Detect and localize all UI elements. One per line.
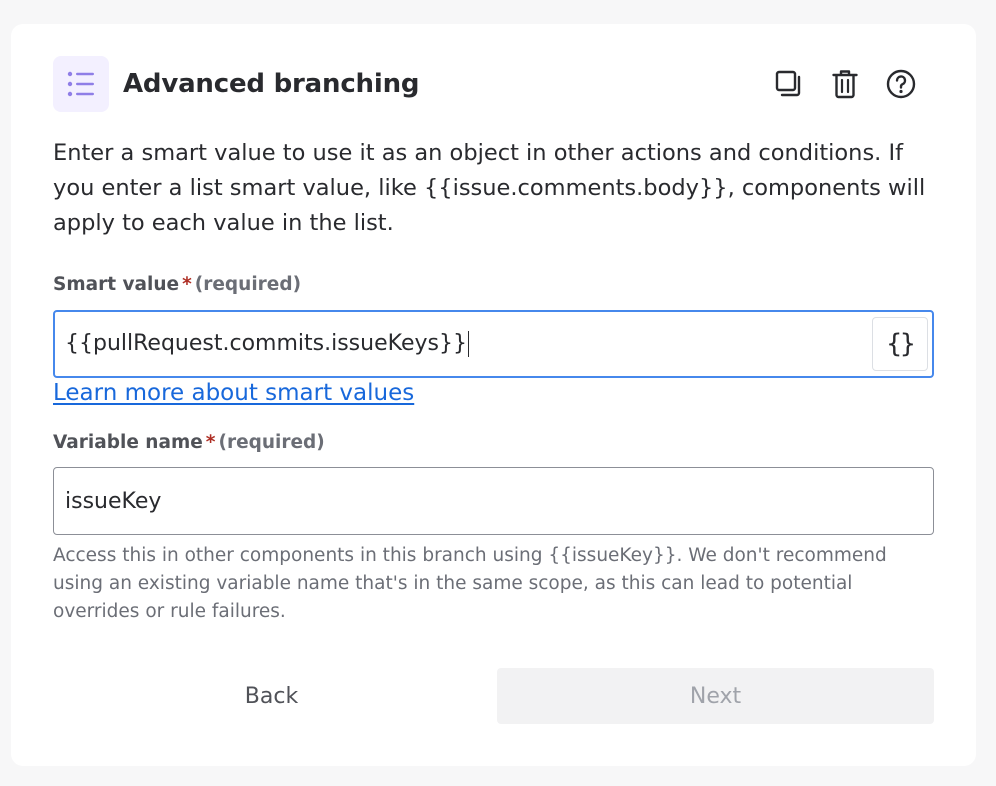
delete-button[interactable] (824, 63, 866, 105)
required-star: * (205, 432, 216, 453)
learn-more-link[interactable]: Learn more about smart values (53, 380, 414, 406)
panel-title: Advanced branching (123, 69, 420, 99)
smart-value-label: Smart value * (required) (53, 274, 301, 295)
required-star: * (182, 274, 192, 295)
branching-panel: Advanced branching Enter a smart value t… (11, 24, 976, 766)
duplicate-icon (775, 70, 801, 97)
back-button[interactable]: Back (53, 668, 490, 724)
help-icon (886, 69, 916, 99)
smart-value-label-text: Smart value (53, 274, 180, 295)
duplicate-button[interactable] (768, 63, 810, 105)
braces-icon: {} (886, 329, 915, 359)
variable-help-text: Access this in other components in this … (53, 545, 887, 622)
variable-name-value: issueKey (65, 488, 162, 514)
smart-value-input[interactable]: {{pullRequest.commits.issueKeys}} {} (53, 310, 934, 378)
header-actions (768, 63, 934, 105)
list-icon (53, 56, 109, 112)
variable-name-label-text: Variable name (53, 432, 203, 453)
next-button[interactable]: Next (497, 668, 934, 724)
variable-name-label: Variable name * (required) (53, 432, 325, 453)
required-text: (required) (218, 432, 325, 453)
variable-name-input[interactable]: issueKey (53, 467, 934, 535)
panel-description: Enter a smart value to use it as an obje… (53, 140, 926, 236)
panel-header: Advanced branching (53, 56, 934, 112)
help-button[interactable] (880, 63, 922, 105)
insert-smart-value-button[interactable]: {} (872, 317, 928, 371)
smart-value-text: {{pullRequest.commits.issueKeys}} (65, 331, 467, 356)
text-cursor (467, 331, 469, 357)
required-text: (required) (194, 274, 302, 295)
trash-icon (832, 70, 858, 99)
